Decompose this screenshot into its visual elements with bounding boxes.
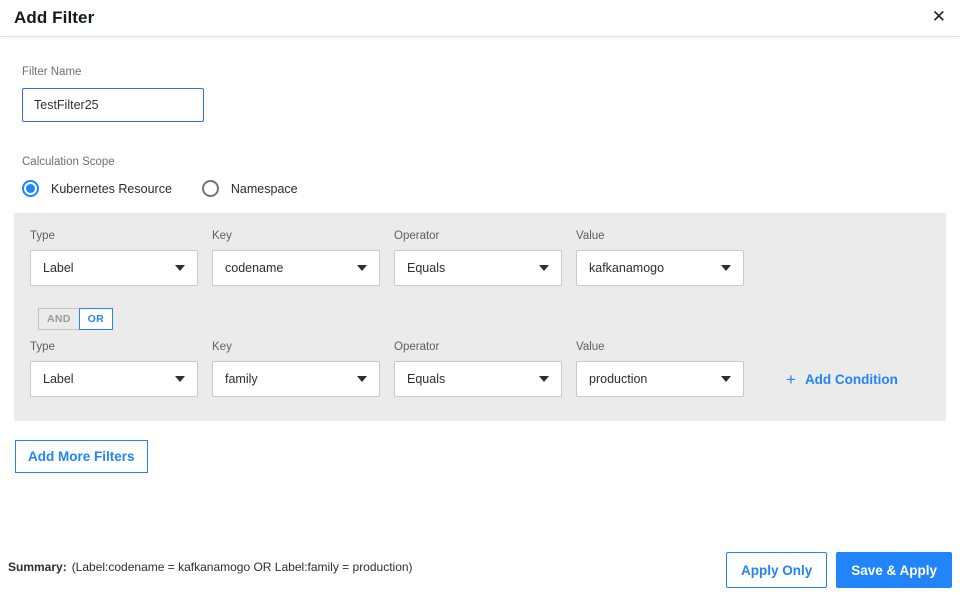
- key-label: Key: [212, 341, 232, 353]
- close-icon[interactable]: ✕: [932, 7, 946, 27]
- dropdown-value: Equals: [407, 372, 446, 386]
- footer-buttons: Apply Only Save & Apply: [725, 552, 952, 588]
- plus-icon: +: [786, 370, 796, 389]
- operator-dropdown[interactable]: Equals: [394, 250, 562, 286]
- value-dropdown[interactable]: production: [576, 361, 744, 397]
- type-label: Type: [30, 341, 55, 353]
- calculation-scope-options: Kubernetes Resource Namespace: [22, 180, 960, 197]
- condition-field-value: Value kafkanamogo: [576, 229, 744, 286]
- add-condition-label: Add Condition: [804, 372, 898, 387]
- condition-field-type: Type Label: [30, 229, 198, 286]
- radio-namespace[interactable]: Namespace: [201, 180, 298, 197]
- value-label: Value: [576, 341, 605, 353]
- radio-label: Namespace: [230, 181, 298, 196]
- dropdown-value: Label: [43, 372, 74, 386]
- condition-field-key: Key family: [212, 340, 380, 397]
- operator-dropdown[interactable]: Equals: [394, 361, 562, 397]
- value-label: Value: [576, 230, 605, 242]
- dropdown-value: kafkanamogo: [589, 261, 665, 275]
- condition-row-1: Type Label Key codename Operator Equals: [30, 229, 930, 286]
- dropdown-value: codename: [225, 261, 284, 275]
- filter-summary: Summary: (Label:codename = kafkanamogo OR…: [8, 560, 413, 580]
- calculation-scope-section: Calculation Scope Kubernetes Resource Na…: [22, 155, 960, 197]
- operator-label: Operator: [394, 341, 440, 353]
- dropdown-value: Label: [43, 261, 74, 275]
- filter-name-section: Filter Name: [22, 65, 960, 122]
- chevron-down-icon: [721, 376, 731, 382]
- dropdown-value: Equals: [407, 261, 446, 275]
- modal-body: Filter Name Calculation Scope Kubernetes…: [0, 65, 960, 473]
- summary-text: (Label:codename = kafkanamogo OR Label:f…: [71, 560, 413, 574]
- condition-field-value: Value production: [576, 340, 744, 397]
- value-dropdown[interactable]: kafkanamogo: [576, 250, 744, 286]
- operator-label: Operator: [394, 230, 440, 242]
- modal-header: Add Filter ✕: [0, 0, 960, 37]
- radio-selected-icon: [22, 180, 39, 197]
- chevron-down-icon: [357, 376, 367, 382]
- apply-only-button[interactable]: Apply Only: [725, 552, 828, 588]
- filter-name-label: Filter Name: [22, 66, 82, 78]
- radio-unselected-icon: [201, 180, 219, 197]
- key-dropdown[interactable]: codename: [212, 250, 380, 286]
- modal-footer: Summary: (Label:codename = kafkanamogo OR…: [8, 552, 952, 588]
- radio-label: Kubernetes Resource: [51, 181, 172, 196]
- condition-field-type: Type Label: [30, 340, 198, 397]
- and-toggle-button[interactable]: AND: [38, 308, 80, 330]
- type-dropdown[interactable]: Label: [30, 250, 198, 286]
- dropdown-value: production: [589, 372, 648, 386]
- chevron-down-icon: [175, 376, 185, 382]
- condition-field-operator: Operator Equals: [394, 229, 562, 286]
- calculation-scope-label: Calculation Scope: [22, 156, 115, 168]
- summary-label: Summary:: [8, 560, 67, 574]
- page-title: Add Filter: [14, 8, 95, 27]
- chevron-down-icon: [175, 265, 185, 271]
- condition-field-key: Key codename: [212, 229, 380, 286]
- radio-kubernetes-resource[interactable]: Kubernetes Resource: [22, 180, 172, 197]
- key-dropdown[interactable]: family: [212, 361, 380, 397]
- type-dropdown[interactable]: Label: [30, 361, 198, 397]
- dropdown-value: family: [225, 372, 258, 386]
- chevron-down-icon: [539, 376, 549, 382]
- type-label: Type: [30, 230, 55, 242]
- join-operator-toggle: AND OR: [38, 308, 114, 330]
- or-toggle-button[interactable]: OR: [78, 308, 114, 330]
- chevron-down-icon: [357, 265, 367, 271]
- filter-name-input[interactable]: [22, 88, 204, 122]
- condition-field-operator: Operator Equals: [394, 340, 562, 397]
- key-label: Key: [212, 230, 232, 242]
- add-condition-button[interactable]: + Add Condition: [786, 371, 898, 388]
- chevron-down-icon: [539, 265, 549, 271]
- add-more-filters-button[interactable]: Add More Filters: [15, 440, 148, 473]
- chevron-down-icon: [721, 265, 731, 271]
- conditions-panel: Type Label Key codename Operator Equals: [14, 213, 946, 421]
- condition-row-2: Type Label Key family Operator Equals Va…: [30, 340, 930, 397]
- save-and-apply-button[interactable]: Save & Apply: [836, 552, 952, 588]
